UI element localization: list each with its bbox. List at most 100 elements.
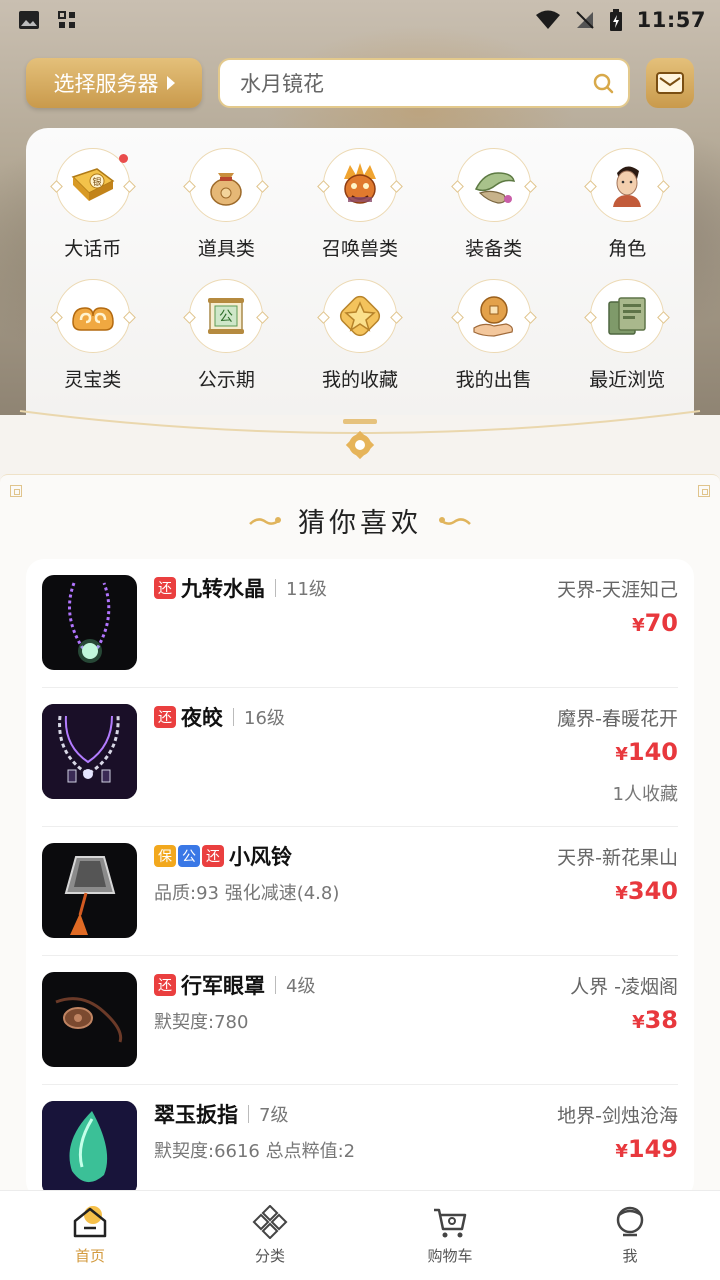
item-level: 7级 — [259, 1105, 289, 1126]
item-price: ¥70 — [632, 609, 678, 637]
select-server-button[interactable]: 选择服务器 — [26, 58, 202, 108]
cloud-swirl-icon — [72, 307, 114, 331]
nav-profile[interactable]: 我 — [540, 1191, 720, 1280]
item-name: 小风铃 — [229, 845, 292, 869]
item-level: 11级 — [286, 579, 327, 600]
search-icon[interactable] — [592, 72, 614, 94]
svg-text:银: 银 — [92, 176, 101, 188]
corner-ornament — [10, 485, 22, 497]
category-lingbao[interactable]: 灵宝类 — [26, 279, 160, 392]
list-item[interactable]: 还 九转水晶 11级 天界-天涯知己 ¥70 — [42, 559, 678, 688]
nav-label: 分类 — [254, 1247, 285, 1265]
silver-ingot-icon: 银 — [71, 168, 115, 201]
item-name: 夜皎 — [181, 706, 223, 730]
nav-label: 购物车 — [427, 1247, 473, 1265]
category-label: 大话币 — [64, 238, 122, 260]
tag-refund: 还 — [154, 974, 176, 996]
nav-cart[interactable]: 购物车 — [360, 1191, 540, 1280]
item-server: 地界-剑烛沧海 — [557, 1105, 678, 1127]
home-icon — [73, 1206, 107, 1238]
item-server: 天界-天涯知己 — [557, 579, 678, 601]
coin-hand-icon — [472, 296, 513, 337]
category-label: 最近浏览 — [589, 369, 666, 391]
envelope-icon — [656, 72, 684, 94]
item-price: ¥149 — [615, 1135, 678, 1163]
item-desc: 默契度:780 — [154, 1012, 249, 1033]
category-label: 装备类 — [465, 238, 523, 260]
new-badge-dot — [119, 154, 128, 163]
search-input[interactable]: 水月镜花 — [218, 58, 630, 108]
item-name: 翠玉扳指 — [154, 1103, 238, 1127]
status-time: 11:57 — [636, 8, 706, 32]
item-price: ¥140 — [615, 738, 678, 766]
star-icon — [339, 295, 381, 337]
nav-category[interactable]: 分类 — [180, 1191, 360, 1280]
search-text: 水月镜花 — [240, 72, 324, 96]
category-announcement[interactable]: 公 公示期 — [160, 279, 294, 392]
message-button[interactable] — [646, 58, 694, 108]
category-label: 召唤兽类 — [321, 238, 398, 260]
item-price: ¥340 — [615, 877, 678, 905]
cart-icon — [434, 1208, 467, 1238]
list-item[interactable]: 还 夜皎 16级 魔界-春暖花开 ¥140 1人收藏 — [42, 688, 678, 827]
list-item[interactable]: 保 公 还 小风铃 品质:93 强化减速(4.8) 天界-新花果山 ¥340 — [42, 827, 678, 956]
item-server: 魔界-春暖花开 — [557, 708, 678, 730]
item-thumbnail — [42, 1101, 137, 1196]
category-equipment[interactable]: 装备类 — [427, 148, 561, 261]
category-summons[interactable]: 召唤兽类 — [293, 148, 427, 261]
category-label: 我的收藏 — [321, 369, 398, 391]
category-favorites[interactable]: 我的收藏 — [293, 279, 427, 392]
announcement-scroll-icon: 公 — [208, 298, 245, 334]
item-name: 九转水晶 — [181, 577, 265, 601]
status-bar: 11:57 — [0, 0, 720, 40]
category-label: 公示期 — [197, 369, 255, 391]
select-server-label: 选择服务器 — [53, 72, 159, 96]
category-label: 我的出售 — [455, 369, 532, 391]
section-ornament — [0, 405, 720, 465]
book-icon — [608, 297, 646, 335]
item-server: 天界-新花果山 — [557, 847, 678, 869]
caret-right-icon — [166, 76, 175, 90]
tag-refund: 还 — [154, 706, 176, 728]
tag-announcement: 公 — [178, 845, 200, 867]
category-icon — [252, 1205, 288, 1239]
wifi-icon — [535, 10, 560, 29]
cloud-ornament-left-icon — [249, 516, 281, 525]
list-item[interactable]: 还 行军眼罩 4级 默契度:780 人界 -凌烟阁 ¥38 — [42, 956, 678, 1085]
category-panel: 银 大话币 道具类 召唤兽类 装备类 角色 灵宝类 公 公示期 我的收藏 我的出… — [26, 128, 694, 415]
item-thumbnail — [42, 704, 137, 799]
category-my-sales[interactable]: 我的出售 — [427, 279, 561, 392]
item-server: 人界 -凌烟阁 — [570, 976, 678, 998]
category-label: 角色 — [608, 238, 647, 260]
item-name: 行军眼罩 — [181, 974, 265, 998]
item-level: 16级 — [244, 708, 285, 729]
category-label: 道具类 — [197, 238, 255, 260]
item-thumbnail — [42, 972, 137, 1067]
tag-refund: 还 — [154, 577, 176, 599]
svg-text:公: 公 — [219, 309, 233, 325]
jade-pendant-icon — [474, 172, 515, 204]
nav-label: 首页 — [74, 1247, 105, 1265]
category-items[interactable]: 道具类 — [160, 148, 294, 261]
item-price: ¥38 — [632, 1006, 678, 1034]
battery-icon — [609, 9, 622, 31]
beast-mask-icon — [343, 163, 376, 204]
item-desc: 品质:93 强化减速(4.8) — [154, 883, 340, 904]
recommend-title: 猜你喜欢 — [298, 508, 422, 539]
category-recent[interactable]: 最近浏览 — [560, 279, 694, 392]
item-fav-count: 1人收藏 — [612, 784, 678, 805]
category-label: 灵宝类 — [64, 369, 122, 391]
character-head-icon — [613, 166, 642, 207]
recommend-section: 猜你喜欢 还 九转水晶 11级 天界-天涯知己 ¥70 还 夜皎 16级 魔界-… — [0, 474, 720, 1199]
item-thumbnail — [42, 575, 137, 670]
item-thumbnail — [42, 843, 137, 938]
money-bag-icon — [210, 173, 243, 206]
bottom-nav: 首页 分类 购物车 我 — [0, 1190, 720, 1280]
apps-grid-icon — [58, 11, 75, 28]
recommend-list: 还 九转水晶 11级 天界-天涯知己 ¥70 还 夜皎 16级 魔界-春暖花开 … — [26, 559, 694, 1199]
category-dahuabi[interactable]: 银 大话币 — [26, 148, 160, 261]
item-desc: 默契度:6616 总点粹值:2 — [154, 1141, 356, 1162]
nav-label: 我 — [622, 1247, 638, 1265]
category-character[interactable]: 角色 — [560, 148, 694, 261]
nav-home[interactable]: 首页 — [0, 1191, 180, 1280]
